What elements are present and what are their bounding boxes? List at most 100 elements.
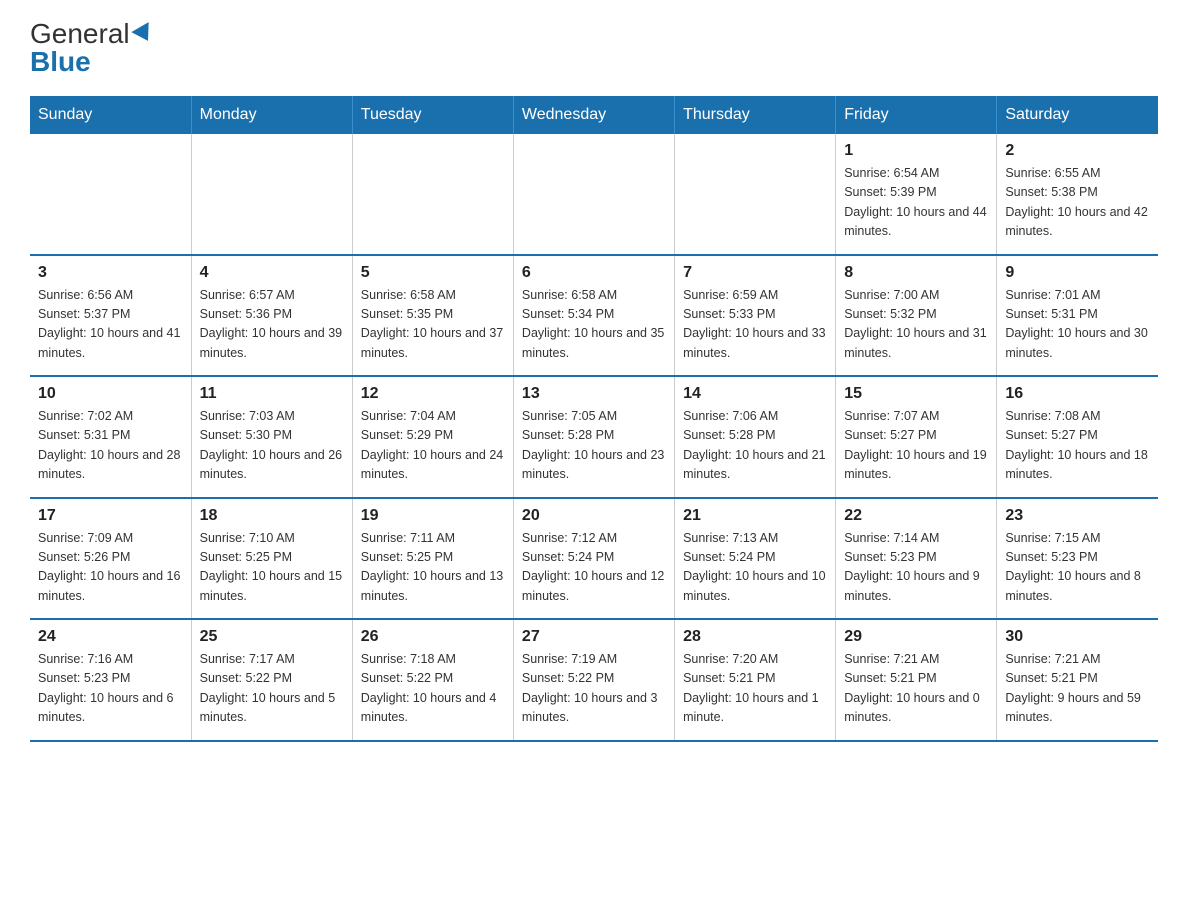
calendar-cell: 8Sunrise: 7:00 AM Sunset: 5:32 PM Daylig… bbox=[836, 255, 997, 377]
day-info: Sunrise: 7:20 AM Sunset: 5:21 PM Dayligh… bbox=[683, 650, 827, 728]
calendar-cell: 9 Sunrise: 7:01 AM Sunset: 5:31 PM Daylig… bbox=[997, 255, 1158, 377]
day-info: Sunrise: 7:09 AM Sunset: 5:26 PM Dayligh… bbox=[38, 529, 183, 607]
day-number: 17 bbox=[38, 507, 183, 525]
weekday-header-thursday: Thursday bbox=[675, 96, 836, 134]
calendar-cell bbox=[675, 134, 836, 255]
calendar-week-5: 24 Sunrise: 7:16 AM Sunset: 5:23 PM Dayli… bbox=[30, 619, 1158, 741]
logo-blue-text: Blue bbox=[30, 48, 91, 76]
day-number: 25 bbox=[200, 628, 344, 646]
calendar-cell: 16 Sunrise: 7:08 AM Sunset: 5:27 PM Dayli… bbox=[997, 376, 1158, 498]
day-number: 6 bbox=[522, 264, 666, 282]
day-number: 28 bbox=[683, 628, 827, 646]
calendar-header: SundayMondayTuesdayWednesdayThursdayFrid… bbox=[30, 96, 1158, 134]
day-info: Sunrise: 7:21 AM Sunset: 5:21 PM Dayligh… bbox=[844, 650, 988, 728]
day-info: Sunrise: 7:07 AM Sunset: 5:27 PM Dayligh… bbox=[844, 407, 988, 485]
day-number: 24 bbox=[38, 628, 183, 646]
calendar-cell: 5 Sunrise: 6:58 AM Sunset: 5:35 PM Daylig… bbox=[352, 255, 513, 377]
calendar-cell: 22 Sunrise: 7:14 AM Sunset: 5:23 PM Dayli… bbox=[836, 498, 997, 620]
calendar-cell: 29Sunrise: 7:21 AM Sunset: 5:21 PM Dayli… bbox=[836, 619, 997, 741]
day-number: 8 bbox=[844, 264, 988, 282]
calendar-week-4: 17 Sunrise: 7:09 AM Sunset: 5:26 PM Dayli… bbox=[30, 498, 1158, 620]
calendar-week-3: 10 Sunrise: 7:02 AM Sunset: 5:31 PM Dayli… bbox=[30, 376, 1158, 498]
day-number: 4 bbox=[200, 264, 344, 282]
calendar-cell: 15 Sunrise: 7:07 AM Sunset: 5:27 PM Dayli… bbox=[836, 376, 997, 498]
day-number: 18 bbox=[200, 507, 344, 525]
day-info: Sunrise: 7:04 AM Sunset: 5:29 PM Dayligh… bbox=[361, 407, 505, 485]
calendar-body: 1Sunrise: 6:54 AM Sunset: 5:39 PM Daylig… bbox=[30, 134, 1158, 741]
day-info: Sunrise: 7:10 AM Sunset: 5:25 PM Dayligh… bbox=[200, 529, 344, 607]
calendar-cell: 24 Sunrise: 7:16 AM Sunset: 5:23 PM Dayli… bbox=[30, 619, 191, 741]
day-info: Sunrise: 7:17 AM Sunset: 5:22 PM Dayligh… bbox=[200, 650, 344, 728]
day-number: 5 bbox=[361, 264, 505, 282]
calendar-cell bbox=[191, 134, 352, 255]
calendar-cell: 25 Sunrise: 7:17 AM Sunset: 5:22 PM Dayli… bbox=[191, 619, 352, 741]
logo-triangle-icon bbox=[131, 22, 156, 46]
calendar-cell: 7 Sunrise: 6:59 AM Sunset: 5:33 PM Daylig… bbox=[675, 255, 836, 377]
day-number: 9 bbox=[1005, 264, 1150, 282]
calendar-cell: 12 Sunrise: 7:04 AM Sunset: 5:29 PM Dayli… bbox=[352, 376, 513, 498]
calendar-cell bbox=[513, 134, 674, 255]
calendar-cell: 30Sunrise: 7:21 AM Sunset: 5:21 PM Dayli… bbox=[997, 619, 1158, 741]
day-number: 7 bbox=[683, 264, 827, 282]
day-number: 19 bbox=[361, 507, 505, 525]
weekday-header-wednesday: Wednesday bbox=[513, 96, 674, 134]
day-info: Sunrise: 7:02 AM Sunset: 5:31 PM Dayligh… bbox=[38, 407, 183, 485]
day-number: 16 bbox=[1005, 385, 1150, 403]
day-number: 20 bbox=[522, 507, 666, 525]
weekday-header-tuesday: Tuesday bbox=[352, 96, 513, 134]
day-number: 1 bbox=[844, 142, 988, 160]
calendar-cell: 27 Sunrise: 7:19 AM Sunset: 5:22 PM Dayli… bbox=[513, 619, 674, 741]
day-number: 27 bbox=[522, 628, 666, 646]
day-info: Sunrise: 7:06 AM Sunset: 5:28 PM Dayligh… bbox=[683, 407, 827, 485]
day-info: Sunrise: 6:57 AM Sunset: 5:36 PM Dayligh… bbox=[200, 286, 344, 364]
day-info: Sunrise: 7:16 AM Sunset: 5:23 PM Dayligh… bbox=[38, 650, 183, 728]
day-info: Sunrise: 7:03 AM Sunset: 5:30 PM Dayligh… bbox=[200, 407, 344, 485]
calendar-cell: 4 Sunrise: 6:57 AM Sunset: 5:36 PM Daylig… bbox=[191, 255, 352, 377]
day-info: Sunrise: 7:08 AM Sunset: 5:27 PM Dayligh… bbox=[1005, 407, 1150, 485]
day-number: 23 bbox=[1005, 507, 1150, 525]
weekday-header-friday: Friday bbox=[836, 96, 997, 134]
weekday-header-row: SundayMondayTuesdayWednesdayThursdayFrid… bbox=[30, 96, 1158, 134]
day-number: 15 bbox=[844, 385, 988, 403]
day-number: 22 bbox=[844, 507, 988, 525]
day-number: 11 bbox=[200, 385, 344, 403]
page-header: General Blue bbox=[30, 20, 1158, 76]
day-info: Sunrise: 7:14 AM Sunset: 5:23 PM Dayligh… bbox=[844, 529, 988, 607]
weekday-header-sunday: Sunday bbox=[30, 96, 191, 134]
calendar-cell: 18 Sunrise: 7:10 AM Sunset: 5:25 PM Dayli… bbox=[191, 498, 352, 620]
calendar-cell: 20Sunrise: 7:12 AM Sunset: 5:24 PM Dayli… bbox=[513, 498, 674, 620]
day-info: Sunrise: 7:05 AM Sunset: 5:28 PM Dayligh… bbox=[522, 407, 666, 485]
calendar-cell bbox=[30, 134, 191, 255]
day-number: 3 bbox=[38, 264, 183, 282]
calendar-cell: 6 Sunrise: 6:58 AM Sunset: 5:34 PM Daylig… bbox=[513, 255, 674, 377]
day-number: 14 bbox=[683, 385, 827, 403]
calendar-week-2: 3 Sunrise: 6:56 AM Sunset: 5:37 PM Daylig… bbox=[30, 255, 1158, 377]
day-info: Sunrise: 6:56 AM Sunset: 5:37 PM Dayligh… bbox=[38, 286, 183, 364]
calendar-cell: 23Sunrise: 7:15 AM Sunset: 5:23 PM Dayli… bbox=[997, 498, 1158, 620]
day-number: 26 bbox=[361, 628, 505, 646]
calendar-cell bbox=[352, 134, 513, 255]
day-info: Sunrise: 6:58 AM Sunset: 5:34 PM Dayligh… bbox=[522, 286, 666, 364]
day-info: Sunrise: 7:19 AM Sunset: 5:22 PM Dayligh… bbox=[522, 650, 666, 728]
day-info: Sunrise: 6:58 AM Sunset: 5:35 PM Dayligh… bbox=[361, 286, 505, 364]
calendar-cell: 19 Sunrise: 7:11 AM Sunset: 5:25 PM Dayli… bbox=[352, 498, 513, 620]
calendar-cell: 28 Sunrise: 7:20 AM Sunset: 5:21 PM Dayli… bbox=[675, 619, 836, 741]
day-info: Sunrise: 6:59 AM Sunset: 5:33 PM Dayligh… bbox=[683, 286, 827, 364]
calendar-cell: 1Sunrise: 6:54 AM Sunset: 5:39 PM Daylig… bbox=[836, 134, 997, 255]
day-number: 10 bbox=[38, 385, 183, 403]
calendar-table: SundayMondayTuesdayWednesdayThursdayFrid… bbox=[30, 96, 1158, 742]
day-info: Sunrise: 7:11 AM Sunset: 5:25 PM Dayligh… bbox=[361, 529, 505, 607]
day-number: 2 bbox=[1005, 142, 1150, 160]
day-number: 12 bbox=[361, 385, 505, 403]
calendar-cell: 3 Sunrise: 6:56 AM Sunset: 5:37 PM Daylig… bbox=[30, 255, 191, 377]
day-info: Sunrise: 7:21 AM Sunset: 5:21 PM Dayligh… bbox=[1005, 650, 1150, 728]
calendar-cell: 2Sunrise: 6:55 AM Sunset: 5:38 PM Daylig… bbox=[997, 134, 1158, 255]
day-info: Sunrise: 7:01 AM Sunset: 5:31 PM Dayligh… bbox=[1005, 286, 1150, 364]
day-info: Sunrise: 7:13 AM Sunset: 5:24 PM Dayligh… bbox=[683, 529, 827, 607]
calendar-cell: 17 Sunrise: 7:09 AM Sunset: 5:26 PM Dayli… bbox=[30, 498, 191, 620]
weekday-header-monday: Monday bbox=[191, 96, 352, 134]
calendar-cell: 13Sunrise: 7:05 AM Sunset: 5:28 PM Dayli… bbox=[513, 376, 674, 498]
day-number: 21 bbox=[683, 507, 827, 525]
calendar-cell: 14 Sunrise: 7:06 AM Sunset: 5:28 PM Dayli… bbox=[675, 376, 836, 498]
calendar-cell: 10 Sunrise: 7:02 AM Sunset: 5:31 PM Dayli… bbox=[30, 376, 191, 498]
